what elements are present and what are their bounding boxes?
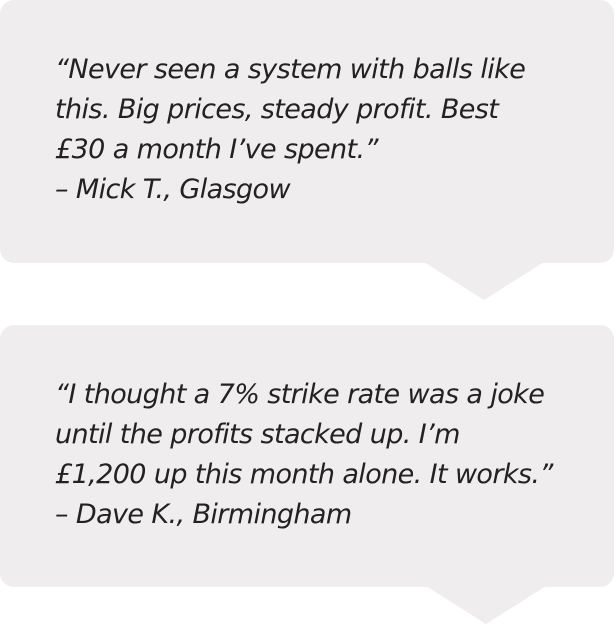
speech-bubble-tail-2 (426, 586, 546, 624)
quote-line: this. Big prices, steady profit. Best (55, 94, 499, 125)
speech-bubble-tail-1 (424, 262, 544, 300)
testimonial-quote-2: “I thought a 7% strike rate was a joke u… (55, 375, 595, 535)
quote-line: “Never seen a system with balls like (55, 54, 526, 85)
testimonial-quote-1: “Never seen a system with balls like thi… (55, 50, 595, 210)
testimonial-attribution-1: – Mick T., Glasgow (55, 174, 291, 205)
quote-line: until the profits stacked up. I’m (55, 419, 460, 450)
quote-line: “I thought a 7% strike rate was a joke (55, 379, 545, 410)
quote-line: £1,200 up this month alone. It works.” (55, 459, 553, 490)
testimonial-attribution-2: – Dave K., Birmingham (55, 499, 352, 530)
quote-line: £30 a month I’ve spent.” (55, 134, 378, 165)
